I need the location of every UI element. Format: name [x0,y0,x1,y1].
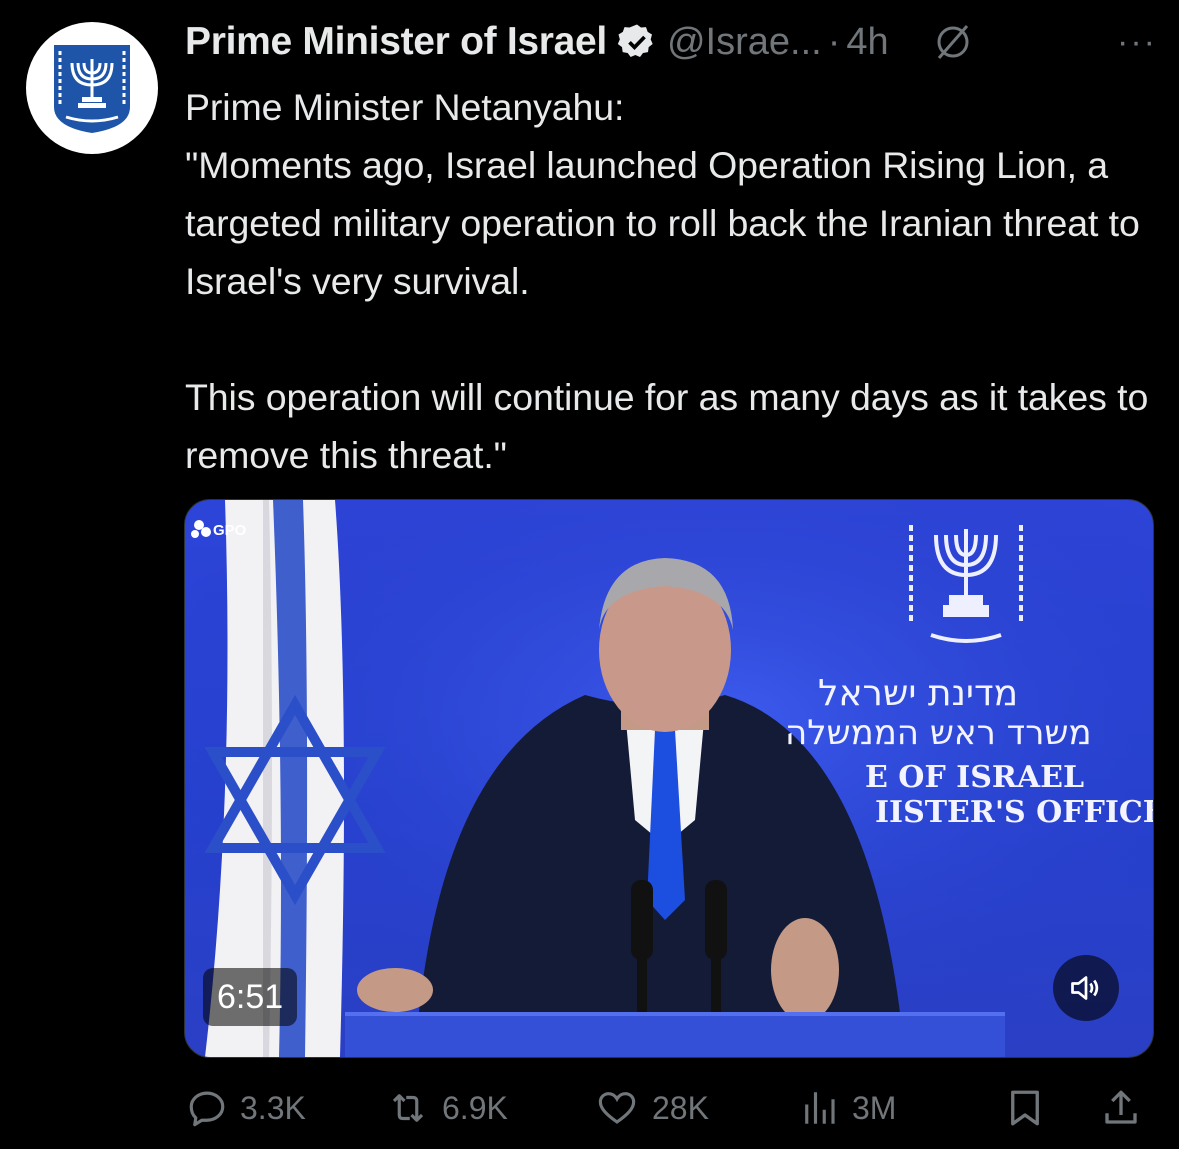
menorah-emblem-icon [54,45,130,133]
backdrop-hebrew-1: מדינת ישראל [818,673,1019,714]
reply-icon [189,1091,225,1127]
tweet-line-3: This operation will continue for as many… [185,376,1149,476]
backdrop-english-2: IISTER'S OFFICE [875,795,1154,830]
video-duration: 6:51 [203,968,298,1026]
video-player[interactable]: GPO מדינת ישראל משרד ראש הממשלה E OF ISR… [184,499,1154,1058]
backdrop-english-1: E OF ISRAEL [865,760,1085,795]
repost-count: 6.9K [442,1089,508,1126]
tweet-body: Prime Minister Netanyahu: "Moments ago, … [185,78,1160,484]
views-count: 3M [852,1089,897,1126]
tweet-header: Prime Minister of Israel @Israe... · 4h … [185,14,1159,70]
more-icon[interactable]: ··· [1117,23,1157,62]
share-icon [1105,1090,1137,1124]
action-bar: 3.3K 6.9K 28K 3M [186,1080,1156,1136]
grok-icon[interactable] [933,22,973,62]
gpo-watermark: GPO [189,518,246,542]
bookmark-icon [1011,1090,1039,1126]
reply-button[interactable]: 3.3K [186,1080,306,1136]
author-name[interactable]: Prime Minister of Israel [185,20,607,64]
separator-dot: · [827,20,841,63]
author-handle[interactable]: @Israe... [667,21,822,64]
like-count: 28K [652,1089,709,1126]
share-button[interactable] [1100,1080,1142,1136]
repost-icon [392,1094,424,1122]
timestamp[interactable]: 4h [846,21,888,64]
reply-count: 3.3K [240,1089,306,1126]
volume-button[interactable] [1053,955,1119,1021]
tweet-line-2: "Moments ago, Israel launched Operation … [185,144,1140,302]
avatar[interactable] [26,22,158,154]
verified-badge-icon [617,24,653,57]
backdrop-hebrew-2: משרד ראש הממשלה [785,713,1092,753]
gpo-label: GPO [213,521,247,539]
views-icon [805,1092,835,1124]
like-button[interactable]: 28K [594,1080,709,1136]
volume-icon [1071,976,1099,1000]
bookmark-button[interactable] [1004,1080,1046,1136]
gpo-logo-icon [191,520,211,538]
repost-button[interactable]: 6.9K [386,1080,508,1136]
tweet-line-1: Prime Minister Netanyahu: [185,86,625,128]
views-button[interactable]: 3M [798,1080,896,1136]
like-icon [598,1092,636,1124]
